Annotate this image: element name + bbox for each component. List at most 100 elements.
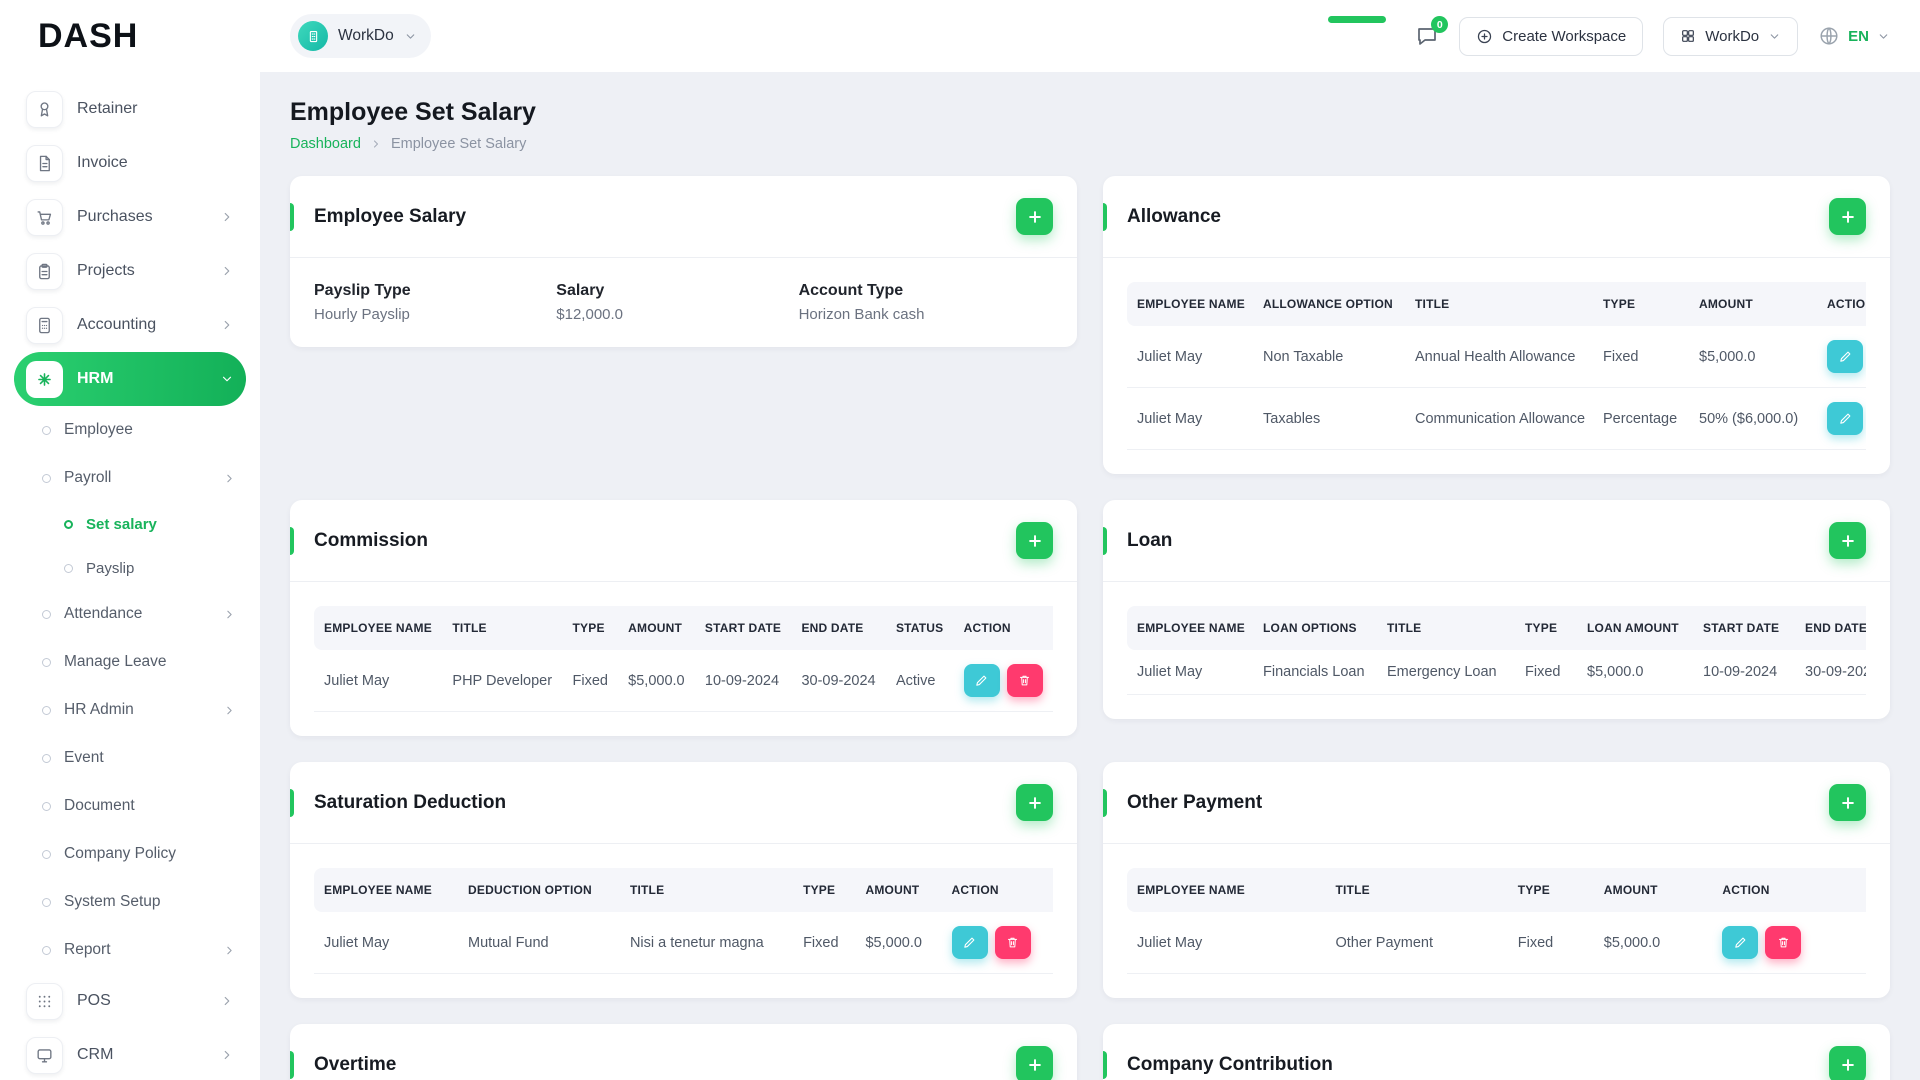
sidebar-item-hr-admin[interactable]: HR Admin bbox=[14, 686, 246, 734]
sidebar-item-projects[interactable]: Projects bbox=[14, 244, 246, 298]
card-title: Other Payment bbox=[1127, 791, 1263, 813]
create-workspace-button[interactable]: Create Workspace bbox=[1459, 16, 1644, 56]
sidebar-item-report[interactable]: Report bbox=[14, 926, 246, 974]
messages-button[interactable]: 0 bbox=[1415, 16, 1449, 48]
chevron-right-icon bbox=[220, 1048, 234, 1062]
column-header: TITLE bbox=[1377, 606, 1515, 650]
bullet-icon bbox=[42, 753, 51, 763]
company-contribution-card: Company Contribution bbox=[1103, 1024, 1890, 1080]
logo[interactable]: DASH bbox=[0, 0, 1386, 72]
column-header: START DATE bbox=[694, 606, 792, 650]
plus-icon bbox=[1028, 210, 1041, 223]
plus-icon bbox=[1841, 210, 1854, 223]
chevron-down-icon bbox=[404, 30, 417, 43]
commission-table-wrap: EMPLOYEE NAME TITLE TYPE AMOUNT START DA… bbox=[314, 606, 1053, 712]
actions-cell bbox=[941, 912, 1053, 974]
loan-card: Loan EMPLOYEE NAME LOAN OPTIONS TITLE TY… bbox=[1103, 500, 1890, 719]
card-title: Loan bbox=[1127, 529, 1173, 551]
delete-button[interactable] bbox=[1006, 664, 1043, 697]
add-company-contribution-button[interactable] bbox=[1829, 1046, 1866, 1080]
bullet-icon bbox=[42, 945, 51, 955]
sidebar-item-manage-leave[interactable]: Manage Leave bbox=[14, 638, 246, 686]
add-commission-button[interactable] bbox=[1016, 522, 1053, 559]
column-header: TITLE bbox=[442, 606, 563, 650]
sidebar-item-payroll[interactable]: Payroll bbox=[14, 454, 246, 502]
add-allowance-button[interactable] bbox=[1829, 198, 1866, 235]
cell: 50% ($6,000.0) bbox=[1689, 387, 1817, 450]
sidebar-item-system-setup[interactable]: System Setup bbox=[14, 878, 246, 926]
column-header: ACTION bbox=[1817, 282, 1866, 326]
topbar: WorkDo 0 Create Workspace WorkDo EN bbox=[260, 0, 1920, 72]
status-cell: Active bbox=[885, 650, 954, 712]
language-selector[interactable]: EN bbox=[1818, 25, 1890, 47]
plus-icon bbox=[1028, 796, 1041, 809]
other-payment-table-wrap: EMPLOYEE NAME TITLE TYPE AMOUNT ACTION J… bbox=[1127, 868, 1866, 974]
sidebar-item-attendance[interactable]: Attendance bbox=[14, 590, 246, 638]
sidebar-item-company-policy[interactable]: Company Policy bbox=[14, 830, 246, 878]
sidebar-item-employee[interactable]: Employee bbox=[14, 406, 246, 454]
cell: Juliet May bbox=[1127, 912, 1326, 974]
breadcrumb-current: Employee Set Salary bbox=[390, 136, 527, 152]
edit-button[interactable] bbox=[1827, 402, 1863, 435]
sidebar-item-invoice[interactable]: Invoice bbox=[14, 136, 246, 190]
column-header: ACTION bbox=[953, 606, 1053, 650]
chevron-right-icon bbox=[220, 264, 234, 278]
card-header: Commission bbox=[290, 500, 1077, 582]
sidebar-item-accounting[interactable]: Accounting bbox=[14, 298, 246, 352]
card-title: Employee Salary bbox=[314, 205, 467, 227]
cell: Juliet May bbox=[1127, 387, 1253, 450]
chevron-down-icon bbox=[1768, 30, 1781, 43]
cell: Percentage bbox=[1593, 387, 1689, 450]
sidebar-item-event[interactable]: Event bbox=[14, 734, 246, 782]
field-salary: Salary $12,000.0 bbox=[556, 282, 798, 323]
table-header-row: EMPLOYEE NAME ALLOWANCE OPTION TITLE TYP… bbox=[1127, 282, 1866, 326]
edit-button[interactable] bbox=[1827, 340, 1863, 373]
edit-button[interactable] bbox=[963, 664, 1000, 697]
app-root: DASH Retainer Invoice Purchases Projects… bbox=[0, 0, 1920, 1080]
workdo-menu-button[interactable]: WorkDo bbox=[1663, 16, 1799, 56]
sidebar-item-hrm[interactable]: HRM bbox=[14, 352, 246, 406]
cart-icon bbox=[26, 198, 63, 236]
card-body: EMPLOYEE NAME TITLE TYPE AMOUNT START DA… bbox=[290, 582, 1077, 736]
sidebar-item-label: Manage Leave bbox=[64, 653, 167, 670]
saturation-deduction-table-wrap: EMPLOYEE NAME DEDUCTION OPTION TITLE TYP… bbox=[314, 868, 1053, 974]
globe-icon bbox=[1818, 25, 1840, 47]
cell: $5,000.0 bbox=[1689, 326, 1817, 388]
edit-employee-salary-button[interactable] bbox=[1016, 198, 1053, 235]
bullet-icon bbox=[64, 519, 73, 529]
sidebar-item-set-salary[interactable]: Set salary bbox=[14, 502, 246, 546]
sidebar-item-crm[interactable]: CRM bbox=[14, 1028, 246, 1080]
add-other-payment-button[interactable] bbox=[1829, 784, 1866, 821]
table-row: Juliet May Financials Loan Emergency Loa… bbox=[1127, 650, 1866, 695]
bullet-icon bbox=[42, 705, 51, 715]
workspace-switcher[interactable]: WorkDo bbox=[290, 14, 431, 58]
other-payment-card: Other Payment EMPLOYEE NAME TITLE TYPE A… bbox=[1103, 762, 1890, 998]
card-header: Employee Salary bbox=[290, 176, 1077, 258]
sidebar-item-document[interactable]: Document bbox=[14, 782, 246, 830]
clipboard-icon bbox=[26, 252, 63, 290]
delete-button[interactable] bbox=[994, 926, 1031, 959]
allowance-table-wrap: EMPLOYEE NAME ALLOWANCE OPTION TITLE TYP… bbox=[1127, 282, 1866, 450]
cell: Emergency Loan bbox=[1377, 650, 1515, 695]
edit-button[interactable] bbox=[1722, 926, 1759, 959]
add-loan-button[interactable] bbox=[1829, 522, 1866, 559]
delete-button[interactable] bbox=[1765, 926, 1802, 959]
page-title: Employee Set Salary bbox=[290, 98, 536, 126]
cell: Taxables bbox=[1253, 387, 1405, 450]
sidebar-item-purchases[interactable]: Purchases bbox=[14, 190, 246, 244]
cell: Fixed bbox=[793, 912, 856, 974]
add-saturation-deduction-button[interactable] bbox=[1016, 784, 1053, 821]
sidebar-item-payslip[interactable]: Payslip bbox=[14, 546, 246, 590]
chevron-right-icon bbox=[220, 318, 234, 332]
sidebar-item-label: CRM bbox=[77, 1046, 114, 1063]
card-title: Saturation Deduction bbox=[314, 791, 507, 813]
overtime-card: Overtime bbox=[290, 1024, 1077, 1080]
field-account-type: Account Type Horizon Bank cash bbox=[799, 282, 1053, 323]
add-overtime-button[interactable] bbox=[1016, 1046, 1053, 1080]
column-header: TYPE bbox=[1593, 282, 1689, 326]
main-area: WorkDo 0 Create Workspace WorkDo EN Empl… bbox=[260, 0, 1920, 1080]
sidebar-item-pos[interactable]: POS bbox=[14, 974, 246, 1028]
edit-button[interactable] bbox=[951, 926, 988, 959]
breadcrumb-dashboard-link[interactable]: Dashboard bbox=[290, 136, 361, 152]
sidebar-item-retainer[interactable]: Retainer bbox=[14, 82, 246, 136]
